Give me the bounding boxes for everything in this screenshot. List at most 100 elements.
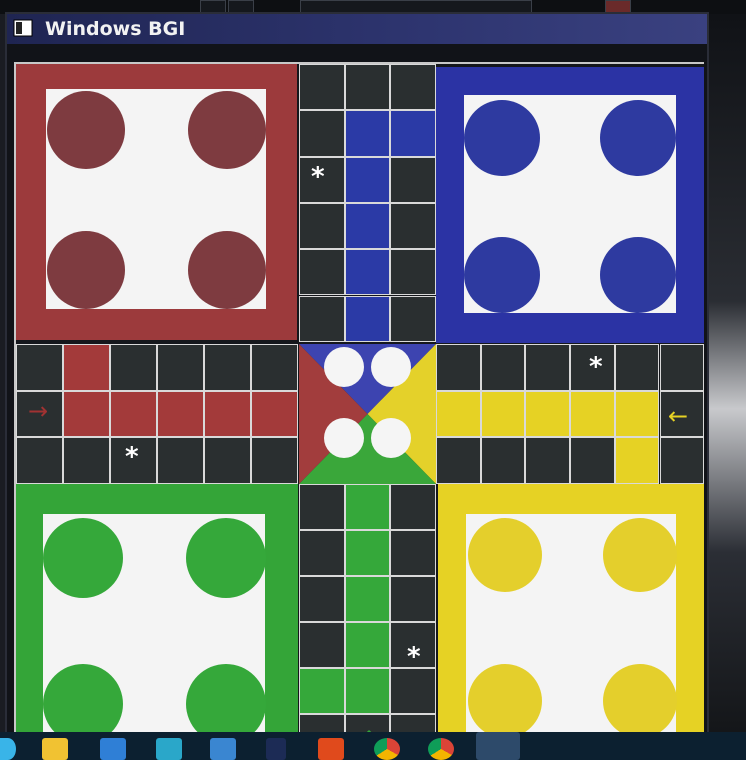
yellow-token[interactable] (603, 518, 677, 592)
windows-start-icon[interactable] (0, 738, 16, 760)
track-cell[interactable] (480, 344, 526, 391)
yellow-token[interactable] (603, 664, 677, 738)
track-cell[interactable] (251, 390, 298, 438)
track-cell[interactable] (525, 437, 571, 484)
blue-token[interactable] (600, 237, 676, 313)
track-cell[interactable] (344, 202, 391, 250)
track-cell[interactable] (299, 202, 345, 250)
yellow-token[interactable] (468, 664, 542, 738)
track-cell[interactable] (344, 530, 391, 576)
track-cell[interactable] (110, 390, 157, 438)
track-cell[interactable] (110, 344, 157, 391)
track-cell[interactable] (204, 390, 251, 438)
red-entry-arrow: → (28, 397, 49, 425)
red-token[interactable] (47, 231, 125, 309)
track-cell[interactable] (480, 437, 526, 484)
track-cell[interactable] (299, 295, 345, 342)
app-icon[interactable] (156, 738, 182, 760)
track-cell[interactable] (299, 110, 345, 157)
office-icon[interactable] (318, 738, 344, 760)
track-cell[interactable] (390, 202, 436, 250)
track-cell[interactable] (570, 390, 615, 438)
track-cell[interactable] (299, 530, 345, 576)
track-cell[interactable] (344, 64, 391, 111)
track-cell[interactable] (436, 344, 481, 391)
center-token-slot (324, 418, 364, 458)
track-cell[interactable] (659, 344, 704, 391)
center-home (299, 344, 436, 484)
chrome-profile-icon[interactable] (428, 738, 454, 760)
center-token-slot (371, 418, 411, 458)
safe-star: * (125, 442, 139, 472)
track-cell[interactable] (16, 344, 63, 391)
track-cell[interactable] (614, 390, 660, 438)
track-cell[interactable] (614, 437, 660, 484)
track-cell[interactable] (157, 344, 204, 391)
track-cell[interactable] (390, 156, 436, 203)
track-cell[interactable] (344, 622, 391, 668)
green-token[interactable] (43, 518, 123, 598)
red-token[interactable] (188, 91, 266, 169)
track-cell[interactable] (299, 668, 345, 714)
blue-token[interactable] (600, 100, 676, 176)
title-bar[interactable]: Windows BGI (7, 14, 707, 44)
track-cell[interactable] (299, 622, 345, 668)
track-cell[interactable] (390, 110, 436, 157)
track-cell[interactable] (390, 295, 436, 342)
blue-token[interactable] (464, 237, 540, 313)
bgi-window: Windows BGI * * * * → ← (5, 12, 709, 754)
track-cell[interactable] (251, 437, 298, 484)
track-cell[interactable] (157, 390, 204, 438)
track-cell[interactable] (525, 390, 571, 438)
safe-star: * (311, 162, 325, 192)
track-cell[interactable] (390, 64, 436, 111)
store-icon[interactable] (100, 738, 126, 760)
track-cell[interactable] (299, 484, 345, 530)
track-cell[interactable] (390, 530, 436, 576)
track-cell[interactable] (344, 249, 391, 296)
background-glare (705, 14, 746, 732)
track-cell[interactable] (251, 344, 298, 391)
track-cell[interactable] (344, 110, 391, 157)
track-cell[interactable] (480, 390, 526, 438)
file-explorer-icon[interactable] (42, 738, 68, 760)
mail-icon[interactable] (210, 738, 236, 760)
track-cell[interactable] (299, 576, 345, 622)
track-cell[interactable] (299, 249, 345, 296)
track-cell[interactable] (390, 249, 436, 296)
track-cell[interactable] (63, 390, 110, 438)
track-cell[interactable] (390, 668, 436, 714)
active-app-icon[interactable] (476, 732, 520, 760)
track-cell[interactable] (390, 484, 436, 530)
track-cell[interactable] (659, 437, 704, 484)
yellow-token[interactable] (468, 518, 542, 592)
track-cell[interactable] (570, 437, 615, 484)
blue-token[interactable] (464, 100, 540, 176)
red-home (16, 64, 297, 340)
track-cell[interactable] (525, 344, 571, 391)
track-cell[interactable] (344, 295, 391, 342)
track-cell[interactable] (63, 437, 110, 484)
red-token[interactable] (188, 231, 266, 309)
track-cell[interactable] (436, 390, 481, 438)
track-cell[interactable] (157, 437, 204, 484)
track-cell[interactable] (436, 437, 481, 484)
track-cell[interactable] (63, 344, 110, 391)
ludo-board[interactable]: * * * * → ← ↑ (14, 62, 704, 754)
red-token[interactable] (47, 91, 125, 169)
track-cell[interactable] (344, 484, 391, 530)
chrome-icon[interactable] (374, 738, 400, 760)
green-token[interactable] (186, 518, 266, 598)
track-cell[interactable] (344, 668, 391, 714)
track-cell[interactable] (204, 344, 251, 391)
track-cell[interactable] (299, 64, 345, 111)
track-cell[interactable] (390, 576, 436, 622)
shortcut-icon[interactable] (266, 738, 286, 760)
center-token-slot (371, 347, 411, 387)
track-cell[interactable] (614, 344, 660, 391)
track-cell[interactable] (204, 437, 251, 484)
track-cell[interactable] (344, 576, 391, 622)
blue-home (436, 67, 704, 343)
track-cell[interactable] (344, 156, 391, 203)
track-cell[interactable] (16, 437, 63, 484)
